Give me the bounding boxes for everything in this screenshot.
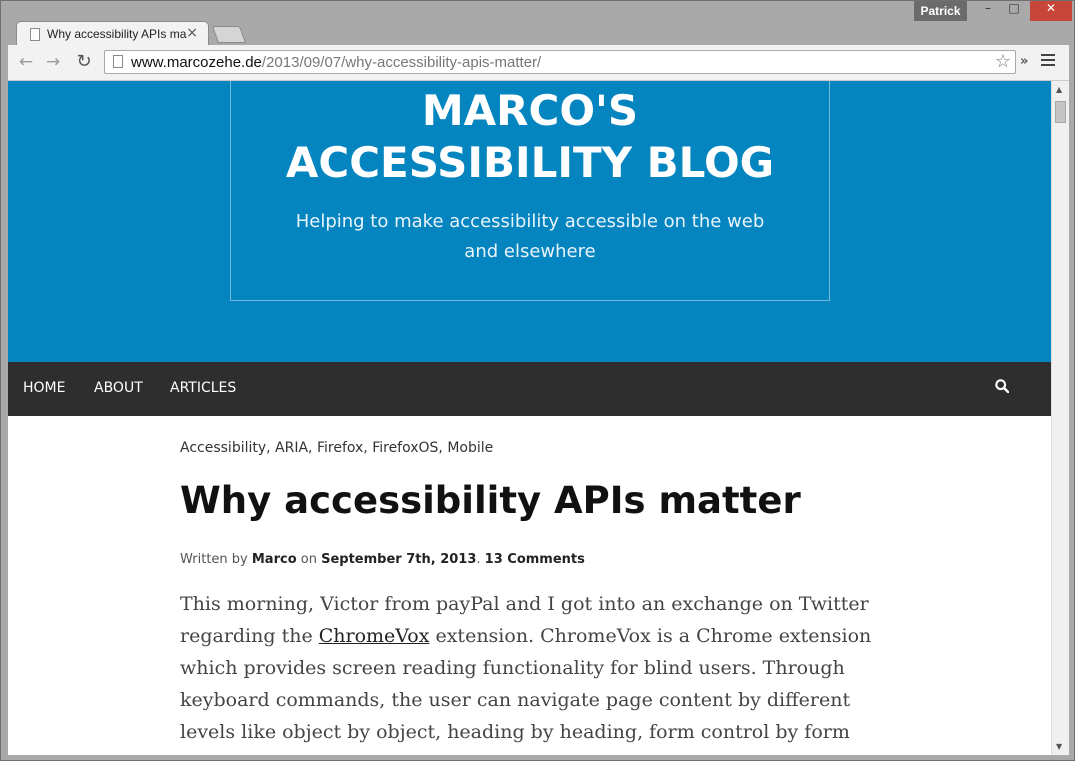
chromevox-link[interactable]: ChromeVox	[319, 625, 430, 647]
profile-badge[interactable]: Patrick	[914, 1, 967, 21]
byline-prefix: Written by	[180, 552, 252, 567]
forward-button[interactable]: →	[43, 52, 63, 72]
nav-item-about[interactable]: ABOUT	[94, 380, 143, 396]
tab-title: Why accessibility APIs ma	[47, 27, 187, 41]
post-date: September 7th, 2013	[321, 552, 477, 567]
site-header: MARCO'S ACCESSIBILITY BLOG Helping to ma…	[8, 81, 1051, 362]
main-nav: HOME ABOUT ARTICLES	[8, 362, 1051, 416]
maximize-button[interactable]: □	[1001, 1, 1027, 21]
byline-on: on	[296, 552, 322, 567]
address-bar[interactable]: www.marcozehe.de/2013/09/07/why-accessib…	[104, 50, 1016, 74]
close-window-button[interactable]: ✕	[1030, 1, 1072, 21]
site-title[interactable]: MARCO'S ACCESSIBILITY BLOG	[271, 85, 789, 189]
vertical-scrollbar[interactable]: ▲ ▼	[1051, 81, 1069, 755]
browser-toolbar: ← → ↻ www.marcozehe.de/2013/09/07/why-ac…	[8, 45, 1069, 81]
nav-item-home[interactable]: HOME	[23, 380, 65, 396]
post-title: Why accessibility APIs matter	[180, 479, 801, 522]
page-icon	[30, 28, 40, 41]
url-text[interactable]: www.marcozehe.de/2013/09/07/why-accessib…	[131, 54, 541, 71]
url-path: /2013/09/07/why-accessibility-apis-matte…	[261, 54, 542, 71]
post-byline: Written by Marco on September 7th, 2013.…	[180, 552, 585, 567]
browser-window: Why accessibility APIs ma × Patrick – □ …	[0, 0, 1075, 761]
nav-item-articles[interactable]: ARTICLES	[170, 380, 236, 396]
byline-sep: .	[476, 552, 485, 567]
bookmark-star-icon[interactable]: ☆	[995, 51, 1011, 72]
post-categories[interactable]: Accessibility, ARIA, Firefox, FirefoxOS,…	[180, 440, 493, 456]
extensions-overflow-button[interactable]: »	[1020, 54, 1028, 69]
search-icon[interactable]	[995, 379, 1009, 393]
tab-current[interactable]: Why accessibility APIs ma ×	[16, 21, 209, 47]
page-viewport: MARCO'S ACCESSIBILITY BLOG Helping to ma…	[8, 81, 1069, 755]
comments-link[interactable]: 13 Comments	[485, 552, 585, 567]
site-branding: MARCO'S ACCESSIBILITY BLOG Helping to ma…	[230, 81, 830, 301]
site-tagline: Helping to make accessibility accessible…	[295, 211, 765, 262]
scroll-down-icon[interactable]: ▼	[1056, 742, 1062, 751]
minimize-button[interactable]: –	[975, 1, 1001, 21]
url-host: www.marcozehe.de	[131, 54, 262, 71]
post-body: This morning, Victor from payPal and I g…	[180, 588, 890, 755]
page-icon	[113, 55, 123, 68]
tab-close-icon[interactable]: ×	[186, 25, 198, 41]
menu-icon[interactable]	[1041, 54, 1055, 69]
back-button[interactable]: ←	[16, 52, 36, 72]
new-tab-button[interactable]	[211, 26, 247, 43]
scroll-up-icon[interactable]: ▲	[1056, 85, 1062, 94]
author-link[interactable]: Marco	[252, 552, 297, 567]
scroll-thumb[interactable]	[1055, 101, 1066, 123]
reload-button[interactable]: ↻	[74, 52, 94, 72]
tab-strip: Why accessibility APIs ma × Patrick – □ …	[1, 1, 1075, 47]
